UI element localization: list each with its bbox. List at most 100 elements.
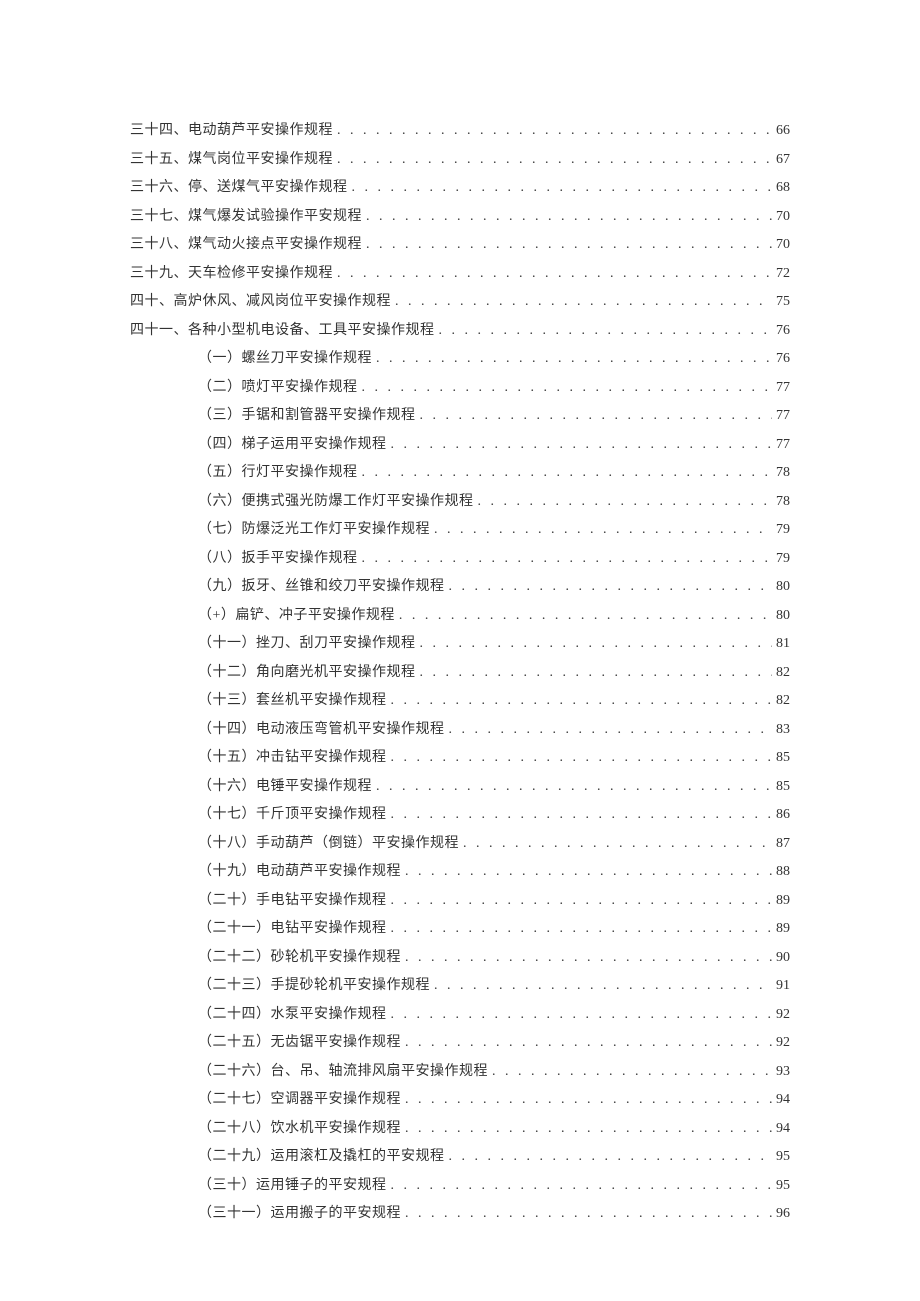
- toc-leader-dots: [333, 263, 772, 284]
- toc-entry[interactable]: 四十一、各种小型机电设备、工具平安操作规程76: [130, 320, 790, 341]
- toc-entry-title: （二十八）饮水机平安操作规程: [198, 1118, 401, 1139]
- toc-entry-page: 85: [772, 776, 790, 797]
- toc-entry-page: 89: [772, 890, 790, 911]
- toc-entry[interactable]: （二十二）砂轮机平安操作规程90: [130, 947, 790, 968]
- toc-leader-dots: [445, 719, 773, 740]
- toc-entry[interactable]: （二十四）水泵平安操作规程92: [130, 1004, 790, 1025]
- toc-entry[interactable]: 三十八、煤气动火接点平安操作规程70: [130, 234, 790, 255]
- toc-entry[interactable]: （十八）手动葫芦（倒链）平安操作规程87: [130, 833, 790, 854]
- toc-leader-dots: [358, 548, 773, 569]
- toc-leader-dots: [358, 377, 773, 398]
- toc-leader-dots: [401, 1118, 772, 1139]
- toc-entry-title: （五）行灯平安操作规程: [198, 462, 358, 483]
- toc-leader-dots: [401, 861, 772, 882]
- toc-leader-dots: [430, 975, 772, 996]
- toc-entry[interactable]: 三十七、煤气爆发试验操作平安规程70: [130, 206, 790, 227]
- toc-entry[interactable]: （二十九）运用滚杠及撬杠的平安规程95: [130, 1146, 790, 1167]
- toc-entry-title: （二十六）台、吊、轴流排风扇平安操作规程: [198, 1061, 488, 1082]
- toc-entry[interactable]: （二）喷灯平安操作规程77: [130, 377, 790, 398]
- toc-leader-dots: [333, 120, 772, 141]
- toc-leader-dots: [401, 1203, 772, 1224]
- toc-entry-page: 80: [772, 605, 790, 626]
- toc-entry-title: （十七）千斤顶平安操作规程: [198, 804, 387, 825]
- toc-leader-dots: [445, 576, 773, 597]
- toc-leader-dots: [430, 519, 772, 540]
- toc-entry-page: 92: [772, 1032, 790, 1053]
- toc-entry[interactable]: （二十三）手提砂轮机平安操作规程91: [130, 975, 790, 996]
- toc-entry[interactable]: （十七）千斤顶平安操作规程86: [130, 804, 790, 825]
- toc-leader-dots: [435, 320, 773, 341]
- toc-entry[interactable]: （+）扁铲、冲子平安操作规程 80: [130, 605, 790, 626]
- toc-entry[interactable]: （四）梯子运用平安操作规程 77: [130, 434, 790, 455]
- toc-leader-dots: [387, 918, 773, 939]
- toc-entry-page: 76: [772, 320, 790, 341]
- toc-entry[interactable]: （六）便携式强光防爆工作灯平安操作规程78: [130, 491, 790, 512]
- toc-entry-page: 94: [772, 1118, 790, 1139]
- toc-leader-dots: [395, 605, 772, 626]
- toc-entry[interactable]: （八）扳手平安操作规程79: [130, 548, 790, 569]
- toc-leader-dots: [459, 833, 772, 854]
- toc-leader-dots: [333, 149, 772, 170]
- toc-entry-page: 87: [772, 833, 790, 854]
- toc-leader-dots: [387, 1004, 773, 1025]
- toc-entry[interactable]: （九）扳牙、丝锥和绞刀平安操作规程80: [130, 576, 790, 597]
- toc-entry-title: （十五）冲击钻平安操作规程: [198, 747, 387, 768]
- toc-leader-dots: [372, 776, 772, 797]
- toc-entry-page: 72: [772, 263, 790, 284]
- toc-entry[interactable]: （二十一）电钻平安操作规程89: [130, 918, 790, 939]
- toc-entry[interactable]: （一）螺丝刀平安操作规程 76: [130, 348, 790, 369]
- toc-entry-page: 94: [772, 1089, 790, 1110]
- table-of-contents: 三十四、电动葫芦平安操作规程66 三十五、煤气岗位平安操作规程67 三十六、停、送煤…: [130, 120, 790, 1224]
- toc-entry-title: （+）扁铲、冲子平安操作规程: [198, 605, 395, 626]
- toc-entry-title: （二十）手电钻平安操作规程: [198, 890, 387, 911]
- toc-entry[interactable]: （十五）冲击钻平安操作规程85: [130, 747, 790, 768]
- toc-entry[interactable]: （三十）运用锤子的平安规程95: [130, 1175, 790, 1196]
- toc-entry-title: （十二）角向磨光机平安操作规程: [198, 662, 416, 683]
- toc-entry[interactable]: （五）行灯平安操作规程78: [130, 462, 790, 483]
- toc-entry[interactable]: 四十、高炉休风、减风岗位平安操作规程75: [130, 291, 790, 312]
- toc-entry[interactable]: 三十九、天车检修平安操作规程 72: [130, 263, 790, 284]
- toc-entry-page: 83: [772, 719, 790, 740]
- toc-entry-title: 三十六、停、送煤气平安操作规程: [130, 177, 348, 198]
- toc-entry[interactable]: （十九）电动葫芦平安操作规程88: [130, 861, 790, 882]
- toc-entry-page: 82: [772, 662, 790, 683]
- toc-entry-title: （十四）电动液压弯管机平安操作规程: [198, 719, 445, 740]
- toc-entry[interactable]: （三十一）运用搬子的平安规程96: [130, 1203, 790, 1224]
- toc-entry[interactable]: 三十六、停、送煤气平安操作规程68: [130, 177, 790, 198]
- toc-entry[interactable]: （十六）电锤平安操作规程85: [130, 776, 790, 797]
- toc-entry-title: （十一）挫刀、刮刀平安操作规程: [198, 633, 416, 654]
- toc-entry[interactable]: （十一）挫刀、刮刀平安操作规程 81: [130, 633, 790, 654]
- toc-entry-page: 76: [772, 348, 790, 369]
- toc-leader-dots: [362, 234, 772, 255]
- toc-leader-dots: [416, 633, 773, 654]
- toc-leader-dots: [358, 462, 773, 483]
- toc-leader-dots: [416, 405, 773, 426]
- toc-entry-title: （一）螺丝刀平安操作规程: [198, 348, 372, 369]
- toc-entry-page: 77: [772, 434, 790, 455]
- toc-entry-title: 三十九、天车检修平安操作规程: [130, 263, 333, 284]
- toc-entry-page: 88: [772, 861, 790, 882]
- toc-entry[interactable]: 三十四、电动葫芦平安操作规程66: [130, 120, 790, 141]
- toc-entry[interactable]: （十四）电动液压弯管机平安操作规程 83: [130, 719, 790, 740]
- toc-entry-title: （七）防爆泛光工作灯平安操作规程: [198, 519, 430, 540]
- toc-leader-dots: [348, 177, 773, 198]
- toc-entry[interactable]: （二十七）空调器平安操作规程94: [130, 1089, 790, 1110]
- toc-entry-page: 67: [772, 149, 790, 170]
- toc-leader-dots: [362, 206, 772, 227]
- toc-leader-dots: [474, 491, 773, 512]
- toc-entry-page: 79: [772, 548, 790, 569]
- toc-entry[interactable]: （三）手锯和割管器平安操作规程77: [130, 405, 790, 426]
- toc-entry-title: （三十）运用锤子的平安规程: [198, 1175, 387, 1196]
- toc-entry[interactable]: （七）防爆泛光工作灯平安操作规程79: [130, 519, 790, 540]
- toc-entry[interactable]: （二十六）台、吊、轴流排风扇平安操作规程93: [130, 1061, 790, 1082]
- toc-entry[interactable]: （十二）角向磨光机平安操作规程 82: [130, 662, 790, 683]
- toc-entry-title: （四）梯子运用平安操作规程: [198, 434, 387, 455]
- toc-entry-title: （三十一）运用搬子的平安规程: [198, 1203, 401, 1224]
- toc-entry[interactable]: （二十五）无齿锯平安操作规程92: [130, 1032, 790, 1053]
- toc-entry[interactable]: 三十五、煤气岗位平安操作规程67: [130, 149, 790, 170]
- toc-entry[interactable]: （二十八）饮水机平安操作规程 94: [130, 1118, 790, 1139]
- toc-entry[interactable]: （二十）手电钻平安操作规程 89: [130, 890, 790, 911]
- toc-entry-page: 89: [772, 918, 790, 939]
- toc-entry[interactable]: （十三）套丝机平安操作规程82: [130, 690, 790, 711]
- toc-entry-page: 81: [772, 633, 790, 654]
